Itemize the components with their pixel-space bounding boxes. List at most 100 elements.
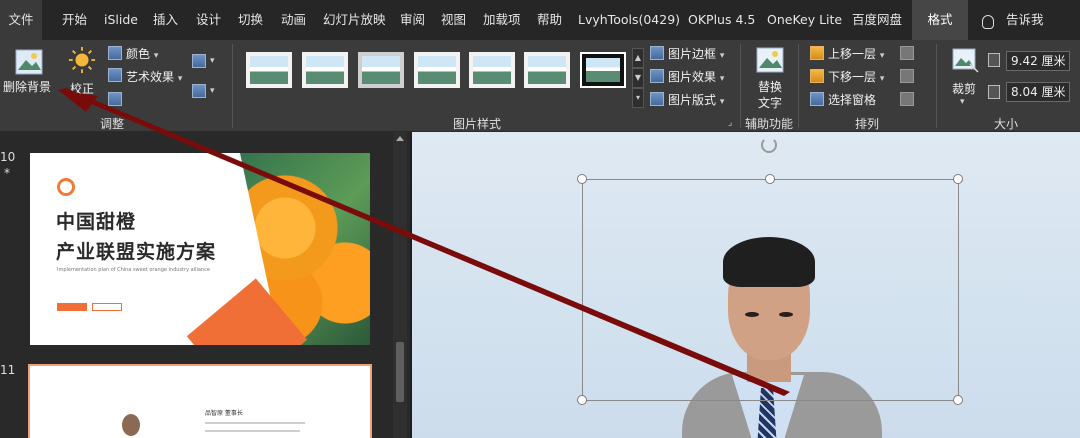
slide10-tag-1: [57, 303, 87, 311]
menu-addins[interactable]: 加载项: [483, 0, 521, 40]
reset-dropdown-icon[interactable]: ▾: [210, 86, 215, 96]
width-input[interactable]: 8.04 厘米: [1006, 82, 1070, 102]
ribbon: 删除背景 校正 颜色 ▾ 艺术效果 ▾ ▾ ▾ 调整 ▲ ▼ ▾ 图片边框 ▾ …: [0, 40, 1080, 132]
width-icon: [988, 85, 1000, 99]
correct-button[interactable]: 校正: [70, 80, 94, 97]
picture-layout-label: 图片版式: [668, 93, 717, 107]
bring-forward-icon: [810, 46, 824, 60]
menu-slideshow[interactable]: 幻灯片放映: [323, 0, 386, 40]
menu-design[interactable]: 设计: [196, 0, 221, 40]
picture-effects-label: 图片效果: [668, 70, 717, 84]
bring-forward-button[interactable]: 上移一层 ▾: [828, 45, 884, 62]
menu-okplus[interactable]: OKPlus 4.5: [688, 0, 755, 40]
dialog-launcher-icon[interactable]: ⌟: [728, 118, 732, 128]
picture-style-3[interactable]: [358, 52, 404, 88]
slide-canvas[interactable]: [412, 132, 1080, 438]
menu-file[interactable]: 文件: [0, 0, 42, 40]
slide-thumbnail-10[interactable]: 中国甜橙 产业联盟实施方案 Implementation plan of Chi…: [30, 153, 370, 345]
align-icon[interactable]: [900, 46, 914, 60]
adjust-group-label: 调整: [100, 117, 125, 131]
slide-thumbnail-11[interactable]: 品智原 董事长: [28, 364, 372, 438]
compress-dropdown-icon[interactable]: ▾: [210, 56, 215, 66]
picture-selection-box[interactable]: [582, 179, 959, 401]
compress-picture-icon[interactable]: [192, 54, 206, 68]
menu-transitions[interactable]: 切换: [238, 0, 263, 40]
picture-style-5[interactable]: [469, 52, 515, 88]
person-thumbnail: [122, 414, 140, 436]
gallery-more-icon[interactable]: ▾: [632, 88, 644, 108]
picture-effects-button[interactable]: 图片效果 ▾: [668, 68, 724, 85]
sun-correct-icon: [68, 46, 96, 74]
artistic-effects-icon: [108, 68, 122, 82]
bring-forward-label: 上移一层: [828, 47, 877, 61]
send-backward-button[interactable]: 下移一层 ▾: [828, 68, 884, 85]
size-group-label: 大小: [994, 117, 1019, 131]
slide10-tag-2: [92, 303, 122, 311]
alt-text-button-line2[interactable]: 文字: [758, 94, 782, 111]
resize-handle-right[interactable]: [953, 395, 963, 405]
picture-style-7[interactable]: [580, 52, 626, 88]
scroll-up-icon[interactable]: [396, 136, 404, 141]
remove-background-icon: [15, 49, 43, 75]
rotate-handle-icon[interactable]: [761, 137, 777, 153]
scroll-thumb[interactable]: [396, 342, 404, 402]
menu-bar: 文件 开始 iSlide 插入 设计 切换 动画 幻灯片放映 审阅 视图 加载项…: [0, 0, 1080, 40]
separator: [936, 44, 937, 128]
menu-help[interactable]: 帮助: [537, 0, 562, 40]
menu-home[interactable]: 开始: [62, 0, 87, 40]
lightbulb-icon: [982, 15, 994, 29]
resize-handle-top-left[interactable]: [577, 174, 587, 184]
thumbnail-scrollbar[interactable]: [393, 132, 407, 438]
picture-style-4[interactable]: [414, 52, 460, 88]
crop-label: 裁剪: [952, 82, 977, 96]
send-backward-icon: [810, 69, 824, 83]
separator: [232, 44, 233, 128]
reset-picture-icon[interactable]: [192, 84, 206, 98]
selection-pane-button[interactable]: 选择窗格: [828, 91, 876, 108]
alt-text-icon: [756, 47, 784, 73]
artistic-effects-button[interactable]: 艺术效果 ▾: [126, 68, 182, 85]
resize-handle-top[interactable]: [765, 174, 775, 184]
crop-button[interactable]: 裁剪: [952, 80, 976, 97]
gallery-up-icon[interactable]: ▲: [632, 48, 644, 68]
picture-style-2[interactable]: [302, 52, 348, 88]
resize-handle-left[interactable]: [577, 395, 587, 405]
menu-onekey[interactable]: OneKey Lite: [767, 0, 842, 40]
picture-style-1[interactable]: [246, 52, 292, 88]
picture-border-button[interactable]: 图片边框 ▾: [668, 45, 724, 62]
resize-handle-top-right[interactable]: [953, 174, 963, 184]
color-icon: [108, 46, 122, 60]
gallery-down-icon[interactable]: ▼: [632, 68, 644, 88]
picture-border-label: 图片边框: [668, 47, 717, 61]
menu-lvyhtools[interactable]: LvyhTools(0429): [578, 0, 680, 40]
change-picture-icon[interactable]: [108, 92, 122, 106]
alt-text-button[interactable]: 替换: [758, 78, 782, 95]
picture-layout-button[interactable]: 图片版式 ▾: [668, 91, 724, 108]
menu-review[interactable]: 审阅: [400, 0, 425, 40]
rotate-icon[interactable]: [900, 92, 914, 106]
text-line: [205, 422, 305, 424]
color-label: 颜色: [126, 47, 151, 61]
accessibility-group-label: 辅助功能: [745, 117, 794, 131]
tell-me[interactable]: 告诉我: [1006, 0, 1044, 40]
group-icon[interactable]: [900, 69, 914, 83]
menu-islide[interactable]: iSlide: [104, 0, 138, 40]
slide-number-10: 10: [0, 150, 16, 164]
remove-background-button[interactable]: 删除背景: [3, 78, 51, 95]
menu-view[interactable]: 视图: [441, 0, 466, 40]
menu-insert[interactable]: 插入: [153, 0, 178, 40]
slide11-name: 品智原 董事长: [205, 410, 243, 417]
send-backward-label: 下移一层: [828, 70, 877, 84]
height-input[interactable]: 9.42 厘米: [1006, 51, 1070, 71]
color-button[interactable]: 颜色 ▾: [126, 45, 158, 62]
separator: [740, 44, 741, 128]
crop-dropdown-icon[interactable]: ▾: [960, 97, 965, 107]
menu-format[interactable]: 格式: [912, 0, 968, 40]
slide-transition-star: *: [4, 166, 10, 180]
picture-style-6[interactable]: [524, 52, 570, 88]
slide10-subtitle: Implementation plan of China sweet orang…: [57, 267, 210, 273]
selection-pane-icon: [810, 92, 824, 106]
crop-icon: [952, 48, 979, 73]
menu-animations[interactable]: 动画: [281, 0, 306, 40]
menu-baidu[interactable]: 百度网盘: [852, 0, 902, 40]
